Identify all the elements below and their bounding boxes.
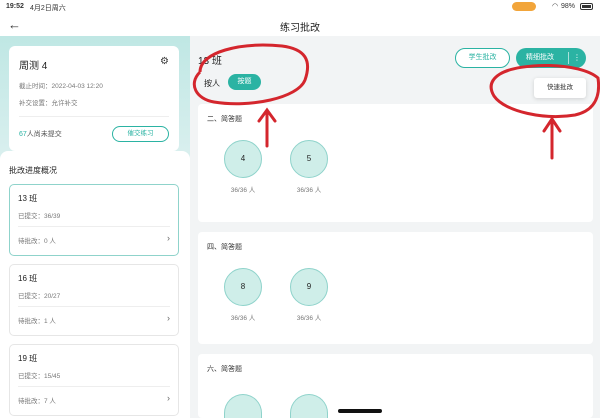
divider <box>18 306 170 307</box>
class-title: 13 班 <box>198 56 222 67</box>
section-title: 六、简答题 <box>207 366 242 373</box>
left-panel: 周测 4 ⚙ 截止时间：2022-04-03 12:20 补交设置：允许补交 6… <box>0 36 190 418</box>
question-section-2: 二、简答题 4 36/36 人 5 36/36 人 <box>198 104 593 222</box>
question-section-4: 四、简答题 8 36/36 人 9 36/36 人 <box>198 232 593 344</box>
question-item[interactable]: 8 36/36 人 <box>224 268 262 322</box>
homework-deadline: 截止时间：2022-04-03 12:20 <box>19 83 103 90</box>
divider <box>18 226 170 227</box>
class-card-13[interactable]: 13 班 已提交：36/39 待批改：0 人 › <box>9 184 179 256</box>
question-count: 36/36 人 <box>296 315 322 322</box>
question-count: 36/36 人 <box>296 187 322 194</box>
mic-indicator-icon <box>512 2 536 11</box>
question-number: 8 <box>224 268 262 306</box>
page-title: 练习批改 <box>280 23 320 34</box>
class-submitted: 已提交：36/39 <box>18 213 61 220</box>
question-item[interactable]: 9 36/36 人 <box>290 268 328 322</box>
class-name: 13 班 <box>18 194 38 203</box>
question-section-6: 六、简答题 <box>198 354 593 418</box>
class-name: 19 班 <box>18 354 38 363</box>
divider <box>568 52 569 64</box>
pending-count: 67 <box>19 131 27 138</box>
class-pending: 待批改：1 人 <box>18 318 56 325</box>
divider <box>19 116 169 117</box>
homework-makeup: 补交设置：允许补交 <box>19 100 78 107</box>
remind-button[interactable]: 催交练习 <box>112 126 169 142</box>
question-count: 36/36 人 <box>230 187 256 194</box>
chevron-right-icon: › <box>167 313 170 323</box>
pending-text: 人尚未提交 <box>26 131 62 138</box>
class-card-19[interactable]: 19 班 已提交：15/45 待批改：7 人 › <box>9 344 179 416</box>
class-submitted: 已提交：15/45 <box>18 373 61 380</box>
nav-bar: ← 练习批改 <box>0 14 600 36</box>
chevron-right-icon: › <box>167 233 170 243</box>
homework-title: 周测 4 <box>19 61 48 72</box>
question-number: 9 <box>290 268 328 306</box>
main-panel: 13 班 学生批改 精细批改 ⋮ 快速批改 按人 按题 二、简答题 4 36/3… <box>190 36 600 418</box>
question-item[interactable]: 5 36/36 人 <box>290 140 328 194</box>
question-number: 4 <box>224 140 262 178</box>
class-pending: 待批改：7 人 <box>18 398 56 405</box>
progress-panel: 批改进度概况 13 班 已提交：36/39 待批改：0 人 › 16 班 已提交… <box>0 151 190 418</box>
section-title: 二、简答题 <box>207 116 242 123</box>
class-submitted: 已提交：20/27 <box>18 293 61 300</box>
pending-summary: 67人尚未提交 <box>19 129 62 139</box>
question-item[interactable]: 4 36/36 人 <box>224 140 262 194</box>
question-number: 5 <box>290 140 328 178</box>
section-title: 四、简答题 <box>207 244 242 251</box>
question-item[interactable] <box>224 394 262 418</box>
student-grading-button[interactable]: 学生批改 <box>455 48 510 68</box>
settings-icon[interactable]: ⚙ <box>160 56 169 67</box>
more-icon[interactable]: ⋮ <box>573 48 581 68</box>
question-count: 36/36 人 <box>230 315 256 322</box>
battery-icon <box>580 3 593 10</box>
status-date: 4月2日周六 <box>30 5 66 12</box>
progress-title: 批改进度概况 <box>9 166 57 175</box>
class-name: 16 班 <box>18 274 38 283</box>
by-question-toggle[interactable]: 按题 <box>228 74 261 90</box>
homework-card: 周测 4 ⚙ 截止时间：2022-04-03 12:20 补交设置：允许补交 6… <box>9 46 179 151</box>
status-bar: 19:52 4月2日周六 ◠ 98% <box>0 0 600 14</box>
class-card-16[interactable]: 16 班 已提交：20/27 待批改：1 人 › <box>9 264 179 336</box>
divider <box>18 386 170 387</box>
quick-grading-menu-item[interactable]: 快速批改 <box>534 78 586 98</box>
battery-percent: 98% <box>561 3 576 10</box>
chevron-right-icon: › <box>167 393 170 403</box>
fine-grading-label: 精细批改 <box>526 54 554 61</box>
class-pending: 待批改：0 人 <box>18 238 56 245</box>
wifi-icon: ◠ <box>552 3 559 10</box>
status-time: 19:52 <box>6 3 24 10</box>
fine-grading-button[interactable]: 精细批改 ⋮ <box>516 48 586 68</box>
by-student-toggle[interactable]: 按人 <box>204 78 220 89</box>
question-item[interactable] <box>290 394 328 418</box>
